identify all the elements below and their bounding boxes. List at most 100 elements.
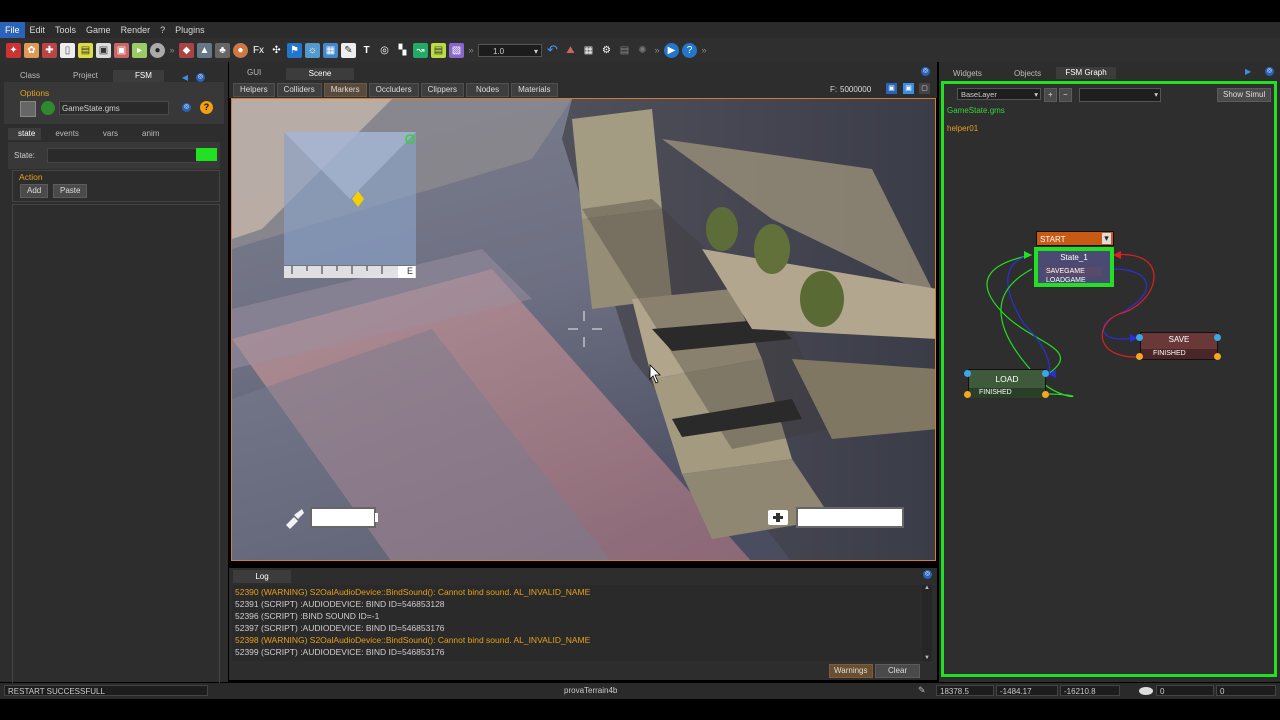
filter-materials[interactable]: Materials [511,83,558,97]
subtab-vars[interactable]: vars [85,128,124,140]
pin-icon[interactable]: ◎ [196,73,206,82]
event-load-finished[interactable]: FINISHED [969,388,1045,398]
tab-gui[interactable]: GUI [247,68,261,77]
fsm-file-name[interactable]: GameState.gms [59,101,169,115]
state-color-swatch[interactable] [196,148,217,161]
path-icon[interactable]: ↝ [413,42,428,58]
record-icon[interactable]: ● [150,42,165,58]
fx-icon[interactable]: Fx [251,43,266,58]
tab-class[interactable]: Class [0,70,55,82]
load-output-port[interactable] [964,391,971,398]
scene-viewport[interactable]: E [231,98,936,561]
load-input-port[interactable] [964,370,971,377]
gear-icon[interactable]: ⚙ [599,43,614,58]
open-file-icon[interactable]: ▤ [78,42,93,58]
tab-widgets[interactable]: Widgets [953,69,982,78]
material-icon[interactable]: ▧ [449,42,464,58]
script-icon[interactable]: ▤ [431,42,446,58]
frame-field[interactable]: 5000000 [840,84,878,95]
menu-render[interactable]: Render [116,22,156,38]
new-file-icon[interactable]: ▯ [60,42,75,58]
scroll-up-icon[interactable]: ▲ [922,585,932,591]
clear-log-button[interactable]: Clear [875,664,921,678]
tab-fsm[interactable]: FSM [113,70,164,82]
save-as-icon[interactable]: ▣ [114,42,129,58]
new-project-icon[interactable]: ✦ [6,42,21,58]
filter-occluders[interactable]: Occluders [368,83,419,97]
save-input-port[interactable] [1136,334,1143,341]
event-savegame[interactable]: SAVEGAME [1044,267,1102,276]
toolbar-more-icon-2[interactable]: » [467,45,475,55]
event-save-finished[interactable]: FINISHED [1141,349,1217,359]
fsm-node-start[interactable]: START ▾ [1036,231,1114,246]
play-icon[interactable]: ▶ [664,42,679,58]
save-output-port[interactable] [1136,353,1143,360]
sphere-icon[interactable]: ● [233,42,248,58]
menu-tools[interactable]: Tools [50,22,81,38]
view-icon[interactable]: ▣ [903,83,914,94]
flag-icon[interactable]: ⚑ [287,42,302,58]
toolbar-more-icon-3[interactable]: » [653,45,661,55]
camera-icon[interactable]: ▣ [886,83,897,94]
help-icon-small[interactable]: ? [200,101,213,114]
fsm-node-state1[interactable]: State_1 SAVEGAME LOADGAME [1034,247,1114,287]
tab-project[interactable]: Project [55,70,113,82]
terrain-icon[interactable]: ▲ [197,42,212,58]
load-input-port-right[interactable] [1042,370,1049,377]
filter-helpers[interactable]: Helpers [233,83,275,97]
fullscreen-icon[interactable]: ▢ [919,83,930,94]
menu-help[interactable]: ? [155,22,170,38]
open-project-icon[interactable]: ✿ [24,42,39,58]
save-small-icon[interactable] [20,101,36,117]
toolbar-more-icon[interactable]: » [168,45,176,55]
sun-icon[interactable]: ✺ [635,43,650,58]
image-icon[interactable]: ▦ [323,42,338,58]
arrow-left-icon[interactable]: ◀ [182,73,188,82]
pin-icon-log[interactable]: ◎ [923,570,932,579]
help-icon[interactable]: ? [682,42,697,58]
tab-fsm-graph[interactable]: FSM Graph [1056,67,1116,79]
settings-project-icon[interactable]: ✚ [42,42,57,58]
tab-objects[interactable]: Objects [1014,69,1041,78]
pin-icon-scene[interactable]: ◎ [921,67,930,76]
tab-scene[interactable]: Scene [286,68,354,80]
snap-icon[interactable]: ⛰ [563,43,578,58]
menu-file[interactable]: File [0,22,25,38]
filter-markers[interactable]: Markers [323,83,367,97]
zoom-select[interactable]: 1.0 ▾ [478,43,542,57]
load-output-port-right[interactable] [1042,391,1049,398]
filter-nodes[interactable]: Nodes [465,83,510,97]
undo-icon[interactable]: ↶ [545,42,560,58]
globe-icon[interactable]: ◎ [377,43,392,58]
state-name-field[interactable] [47,148,199,163]
arrow-right-icon[interactable]: ▶ [1245,67,1251,76]
note-icon[interactable]: ✎ [341,42,356,58]
add-action-button[interactable]: Add [20,184,49,198]
gizmo-icon[interactable]: ✣ [269,43,284,58]
chevron-down-icon[interactable]: ▾ [1102,233,1111,244]
save-icon[interactable]: ▣ [96,42,111,58]
fsm-node-load[interactable]: LOAD FINISHED [968,369,1046,398]
pin-icon-right[interactable]: ◎ [1265,67,1274,76]
log-scrollbar[interactable]: ▲ ▼ [922,585,932,661]
save-input-port-right[interactable] [1214,334,1221,341]
subtab-events[interactable]: events [41,128,85,140]
menu-plugins[interactable]: Plugins [170,22,210,38]
log-output[interactable]: 52390 (WARNING) S2OalAudioDevice::BindSo… [232,585,922,661]
subtab-state[interactable]: state [8,128,42,140]
text-icon[interactable]: T [359,43,374,58]
eraser-icon[interactable] [1139,687,1153,695]
save-output-port-right[interactable] [1214,353,1221,360]
checker-icon[interactable]: ▚ [395,43,410,58]
paste-action-button[interactable]: Paste [53,184,88,198]
warnings-button[interactable]: Warnings [829,664,873,678]
keyboard-icon[interactable]: ▤ [617,43,632,58]
light-icon[interactable]: ☼ [305,42,320,58]
scroll-down-icon[interactable]: ▼ [922,655,932,661]
export-icon[interactable]: ▸ [132,42,147,58]
fsm-node-save[interactable]: SAVE FINISHED [1140,332,1218,360]
filter-colliders[interactable]: Colliders [276,83,322,97]
menu-game[interactable]: Game [81,22,116,38]
filter-clippers[interactable]: Clippers [420,83,464,97]
tree-icon[interactable]: ♣ [215,42,230,58]
